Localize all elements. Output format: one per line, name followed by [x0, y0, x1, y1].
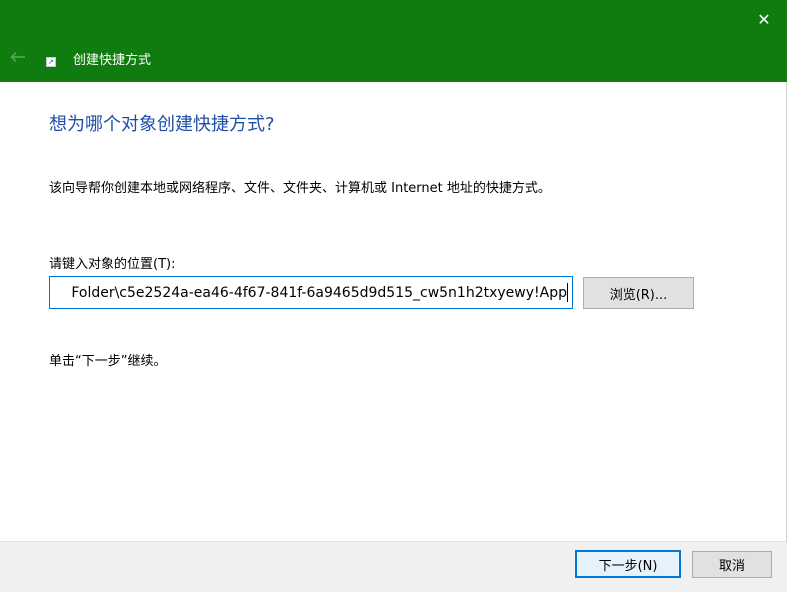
- shortcut-icon: ↗: [46, 57, 56, 67]
- title-bar: ✕ ↗ 创建快捷方式: [0, 0, 787, 82]
- page-heading: 想为哪个对象创建快捷方式?: [49, 114, 275, 135]
- wizard-description: 该向导帮你创建本地或网络程序、文件、文件夹、计算机或 Internet 地址的快…: [49, 181, 551, 196]
- text-caret: [567, 283, 568, 302]
- next-button[interactable]: 下一步(N): [575, 550, 681, 578]
- arrow-left-icon: [10, 52, 25, 62]
- back-button[interactable]: [6, 46, 30, 68]
- browse-button[interactable]: 浏览(R)...: [583, 277, 694, 309]
- location-input-value: Folder\c5e2524a-ea46-4f67-841f-6a9465d9d…: [71, 284, 567, 301]
- location-label: 请键入对象的位置(T):: [49, 257, 176, 272]
- close-icon: ✕: [757, 9, 771, 29]
- window-title: 创建快捷方式: [73, 53, 152, 68]
- close-button[interactable]: ✕: [741, 0, 787, 38]
- continue-hint: 单击“下一步”继续。: [49, 354, 167, 369]
- location-input[interactable]: Folder\c5e2524a-ea46-4f67-841f-6a9465d9d…: [49, 276, 573, 309]
- cancel-button[interactable]: 取消: [692, 551, 772, 578]
